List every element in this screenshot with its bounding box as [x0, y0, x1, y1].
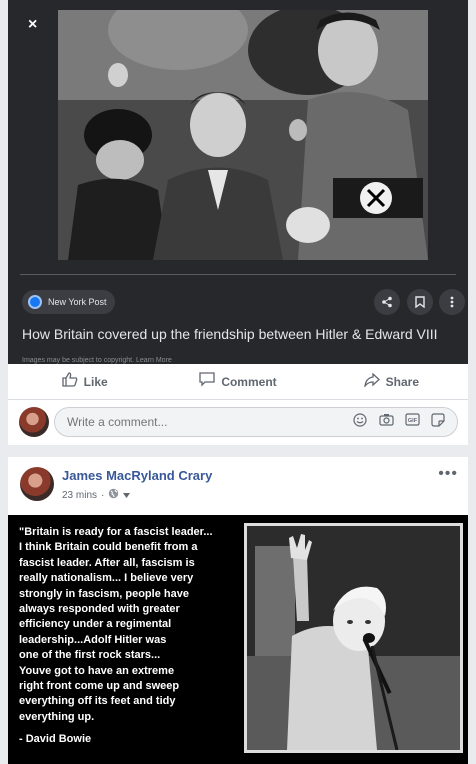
comment-icon — [199, 372, 215, 391]
avatar[interactable] — [20, 467, 54, 501]
share-arrow-icon — [363, 372, 380, 391]
sticker-icon[interactable] — [429, 413, 447, 430]
like-button[interactable]: Like — [8, 364, 161, 399]
globe-icon[interactable] — [108, 488, 119, 502]
comment-box[interactable]: GIF — [54, 407, 458, 437]
chevron-down-icon[interactable] — [123, 490, 131, 501]
preview-title[interactable]: How Britain covered up the friendship be… — [22, 326, 462, 342]
post-actions-bar: Like Comment Share — [8, 364, 468, 400]
svg-text:GIF: GIF — [407, 418, 417, 424]
preview-photo — [58, 10, 428, 260]
more-vertical-icon[interactable] — [439, 289, 465, 315]
bowie-photo-drawing — [247, 526, 460, 750]
comment-button[interactable]: Comment — [161, 364, 314, 399]
link-preview[interactable]: × New York Post How Britain covered up t… — [8, 0, 468, 364]
post-timestamp[interactable]: 23 mins — [62, 490, 97, 501]
camera-icon[interactable] — [377, 413, 395, 430]
like-label: Like — [83, 374, 108, 389]
comment-tools: GIF — [351, 413, 447, 430]
bowie-photo — [244, 523, 463, 753]
post-image[interactable]: "Britain is ready for a fascist leader..… — [8, 515, 468, 764]
avatar[interactable] — [19, 407, 49, 437]
globe-icon — [28, 295, 42, 309]
preview-divider — [20, 274, 456, 275]
preview-photo-drawing — [58, 10, 428, 260]
share-icon[interactable] — [374, 289, 400, 315]
emoji-icon[interactable] — [351, 413, 369, 430]
feed-post: James MacRyland Crary 23 mins · ••• "Bri… — [8, 457, 468, 764]
shared-link-card: × New York Post How Britain covered up t… — [8, 0, 468, 445]
share-label: Share — [385, 374, 419, 389]
post-options-button[interactable]: ••• — [438, 465, 458, 483]
close-icon[interactable]: × — [28, 16, 37, 34]
quote-attribution: - David Bowie — [19, 733, 92, 745]
comment-input[interactable] — [67, 415, 337, 429]
gif-icon[interactable]: GIF — [403, 413, 421, 430]
copyright-note: Images may be subject to copyright. Lear… — [22, 357, 172, 364]
post-author[interactable]: James MacRyland Crary — [62, 468, 212, 483]
bookmark-icon[interactable] — [407, 289, 433, 315]
share-button[interactable]: Share — [315, 364, 468, 399]
comment-label: Comment — [221, 374, 277, 389]
source-badge[interactable]: New York Post — [22, 290, 115, 314]
write-comment-row: GIF — [8, 400, 468, 445]
source-name: New York Post — [48, 297, 107, 307]
thumbs-up-icon — [62, 372, 78, 391]
post-meta: 23 mins · — [62, 488, 131, 502]
quote-text: "Britain is ready for a fascist leader..… — [19, 526, 213, 723]
meta-separator: · — [101, 489, 105, 501]
